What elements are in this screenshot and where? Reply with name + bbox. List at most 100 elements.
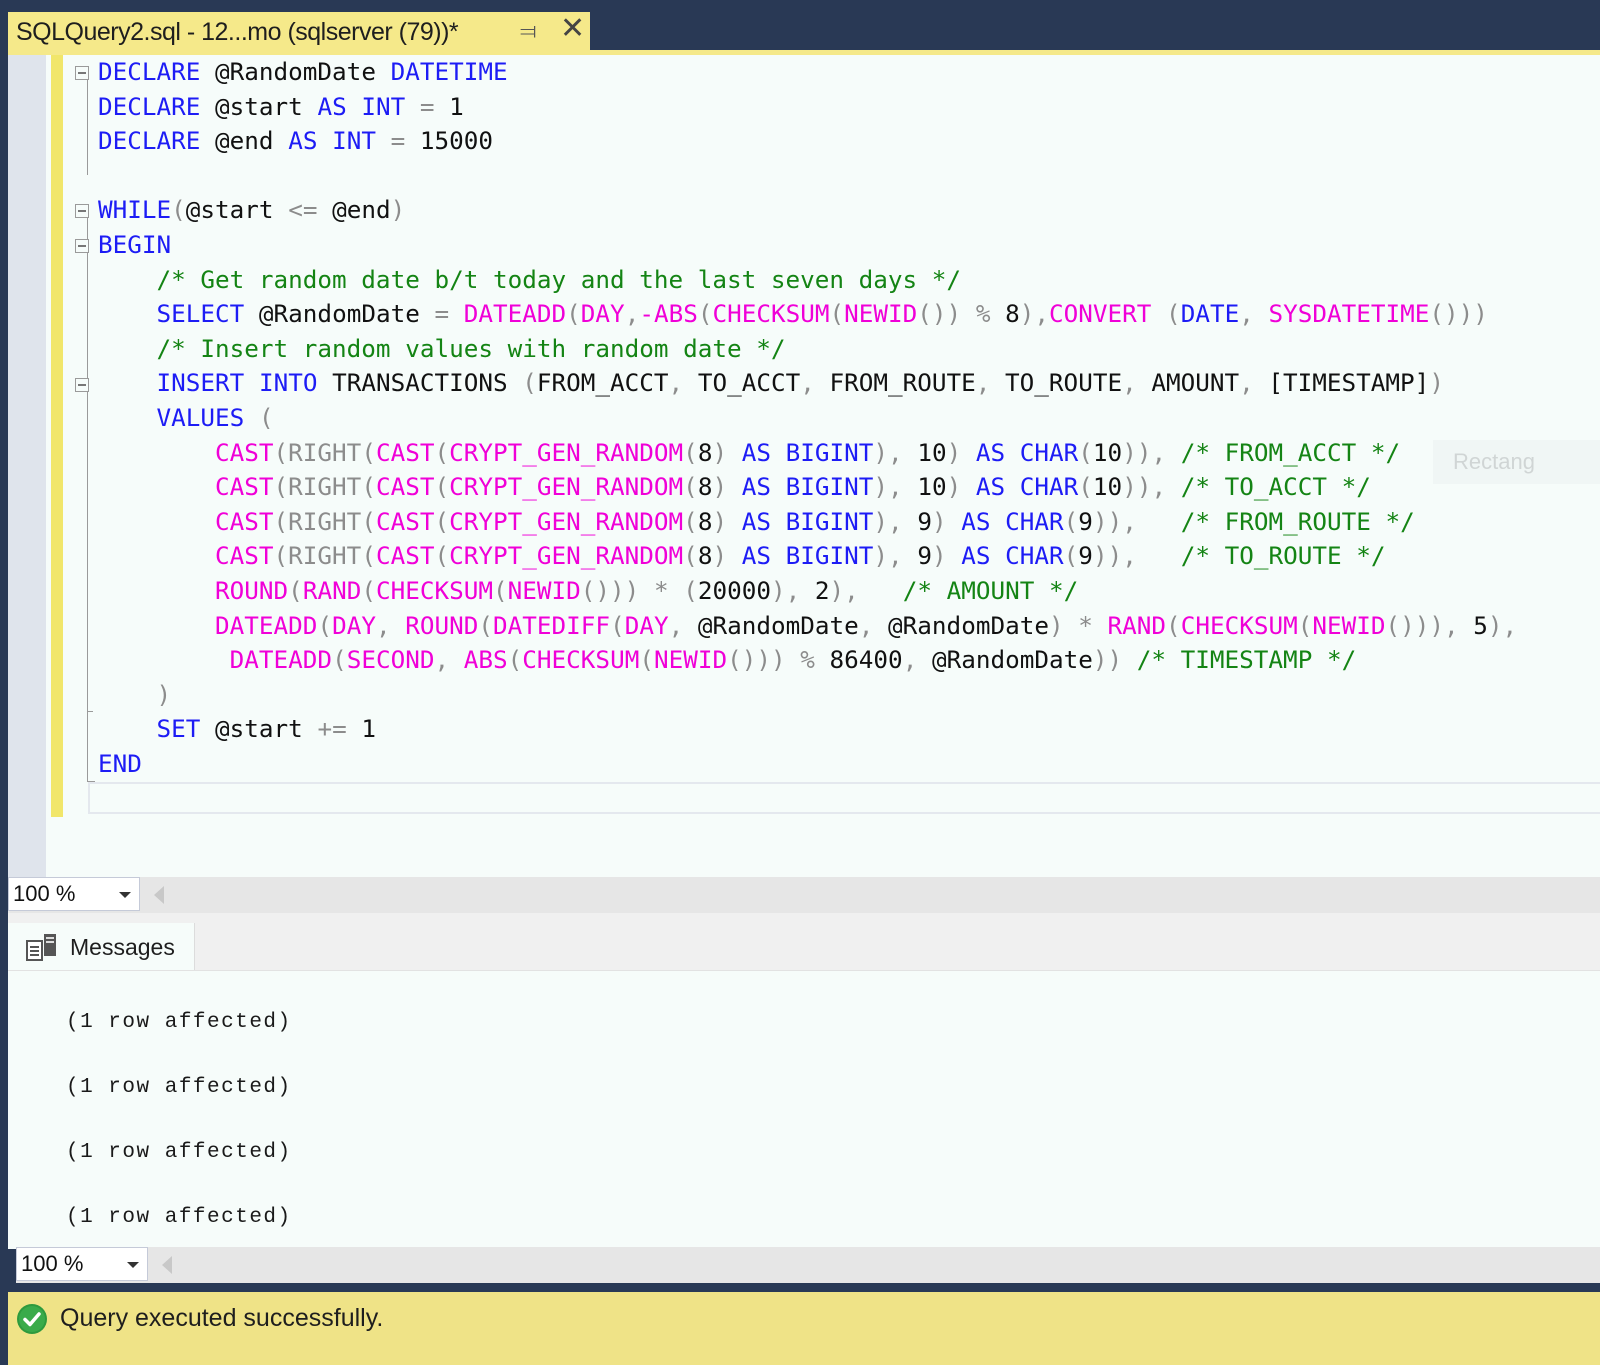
code-line[interactable]: CAST(RIGHT(CAST(CRYPT_GEN_RANDOM(8) AS B… bbox=[98, 470, 1517, 505]
message-line: (1 row affected) bbox=[66, 1076, 292, 1099]
code-token: ), bbox=[873, 541, 903, 571]
fold-toggle-icon[interactable] bbox=[75, 204, 89, 218]
code-token: ) bbox=[1048, 610, 1064, 640]
code-token: * bbox=[653, 575, 669, 605]
scroll-left-icon[interactable] bbox=[154, 886, 164, 904]
code-token: , bbox=[668, 368, 684, 398]
code-token: ())) bbox=[727, 645, 786, 675]
code-token: CHECKSUM bbox=[1180, 610, 1298, 640]
code-token: NEWID bbox=[507, 575, 581, 605]
code-token: /* Get random date b/t today and the las… bbox=[156, 264, 962, 294]
code-line[interactable]: DECLARE @start AS INT = 1 bbox=[98, 90, 1517, 125]
code-token: ( bbox=[478, 610, 494, 640]
editor-zoom-select[interactable]: 100 % bbox=[8, 877, 140, 911]
code-line[interactable]: SET @start += 1 bbox=[98, 712, 1517, 747]
code-token: ROUND bbox=[405, 610, 479, 640]
code-token: , bbox=[624, 299, 640, 329]
code-line[interactable]: DECLARE @RandomDate DATETIME bbox=[98, 55, 1517, 90]
code-token: ) bbox=[712, 472, 728, 502]
code-token: , bbox=[668, 610, 684, 640]
code-token: ()) bbox=[917, 299, 962, 329]
sql-code[interactable]: DECLARE @RandomDate DATETIME DECLARE @sta… bbox=[98, 55, 1517, 781]
code-token: DAY bbox=[332, 610, 376, 640]
code-token: ( bbox=[522, 368, 537, 398]
code-token: = bbox=[434, 299, 450, 329]
code-token: ( bbox=[361, 575, 376, 605]
code-line[interactable]: /* Insert random values with random date… bbox=[98, 332, 1517, 367]
code-line[interactable]: DATEADD(DAY, ROUND(DATEDIFF(DAY, @Random… bbox=[98, 609, 1517, 644]
code-token: ( bbox=[258, 402, 274, 432]
code-token: 8 bbox=[697, 541, 713, 571]
code-line[interactable]: ) bbox=[98, 678, 1517, 713]
scroll-left-icon[interactable] bbox=[162, 1256, 172, 1274]
code-token: ())) bbox=[580, 575, 640, 605]
code-line[interactable]: INSERT INTO TRANSACTIONS (FROM_ACCT, TO_… bbox=[98, 366, 1517, 401]
results-zoom-bar: 100 % bbox=[16, 1247, 1600, 1283]
code-token: /* TO_ROUTE */ bbox=[1180, 541, 1386, 571]
code-token: CHAR bbox=[1019, 437, 1079, 467]
fold-toggle-icon[interactable] bbox=[75, 378, 89, 392]
code-token: 9 bbox=[902, 506, 932, 536]
code-line[interactable]: DATEADD(SECOND, ABS(CHECKSUM(NEWID())) %… bbox=[98, 643, 1517, 678]
code-token: ), bbox=[1019, 299, 1049, 329]
fold-guide bbox=[87, 253, 88, 781]
results-zoom-select[interactable]: 100 % bbox=[16, 1247, 148, 1281]
code-token: DATEADD bbox=[215, 610, 318, 640]
tab-messages-label: Messages bbox=[70, 933, 175, 960]
code-token: AS bbox=[975, 437, 1006, 467]
code-line[interactable]: CAST(RIGHT(CAST(CRYPT_GEN_RANDOM(8) AS B… bbox=[98, 505, 1517, 540]
code-token: , bbox=[1239, 368, 1254, 398]
code-line[interactable]: WHILE(@start <= @end) bbox=[98, 193, 1517, 228]
code-token: DAY bbox=[580, 299, 625, 329]
code-token: -ABS bbox=[639, 299, 698, 329]
code-token: ( bbox=[683, 437, 698, 467]
code-token: )) bbox=[1092, 645, 1123, 675]
code-token: ( bbox=[639, 645, 654, 675]
fold-toggle-icon[interactable] bbox=[75, 66, 89, 80]
code-token: INSERT bbox=[156, 368, 245, 398]
query-editor[interactable]: DECLARE @RandomDate DATETIME DECLARE @sta… bbox=[8, 55, 1600, 877]
code-token: 5 bbox=[1458, 610, 1488, 640]
code-token: 15000 bbox=[419, 126, 494, 156]
code-line[interactable] bbox=[98, 159, 1517, 194]
code-token: ) bbox=[1429, 368, 1444, 398]
close-icon[interactable]: ✕ bbox=[560, 14, 585, 44]
code-token: ( bbox=[171, 195, 186, 225]
code-token: @RandomDate bbox=[244, 299, 435, 329]
code-token: ( bbox=[566, 299, 581, 329]
fold-toggle-icon[interactable] bbox=[75, 239, 89, 253]
code-line[interactable]: SELECT @RandomDate = DATEADD(DAY,-ABS(CH… bbox=[98, 297, 1517, 332]
code-token: ( bbox=[434, 437, 450, 467]
code-token: @RandomDate bbox=[917, 645, 1093, 675]
code-line[interactable]: ROUND(RAND(CHECKSUM(NEWID())) * (20000),… bbox=[98, 574, 1517, 609]
message-line: (1 row affected) bbox=[66, 1141, 292, 1164]
pin-icon[interactable]: ⫤ bbox=[520, 18, 537, 44]
code-token: ( bbox=[683, 472, 698, 502]
code-line[interactable]: CAST(RIGHT(CAST(CRYPT_GEN_RANDOM(8) AS B… bbox=[98, 436, 1517, 471]
code-line[interactable]: BEGIN bbox=[98, 228, 1517, 263]
code-line[interactable]: DECLARE @end AS INT = 15000 bbox=[98, 124, 1517, 159]
code-token: CAST bbox=[215, 506, 274, 536]
code-line[interactable]: CAST(RIGHT(CAST(CRYPT_GEN_RANDOM(8) AS B… bbox=[98, 539, 1517, 574]
document-tab[interactable]: SQLQuery2.sql - 12...mo (sqlserver (79))… bbox=[8, 12, 590, 52]
code-token: BEGIN bbox=[98, 229, 172, 259]
tab-messages[interactable]: Messages bbox=[8, 923, 195, 971]
code-line[interactable]: VALUES ( bbox=[98, 401, 1517, 436]
code-line[interactable]: END bbox=[98, 747, 1517, 782]
code-token: ( bbox=[829, 299, 845, 329]
code-token: ( bbox=[1166, 610, 1181, 640]
code-line[interactable]: /* Get random date b/t today and the las… bbox=[98, 263, 1517, 298]
code-token: DATE bbox=[1180, 299, 1240, 329]
